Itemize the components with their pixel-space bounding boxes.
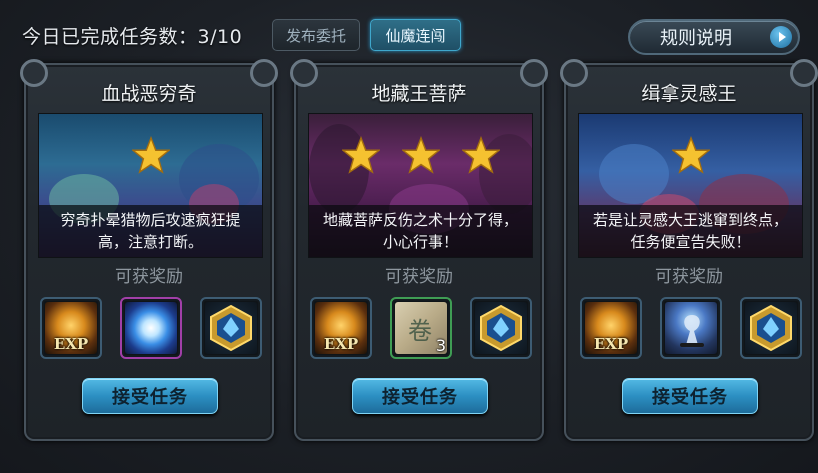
mission-card-1: 血战恶穷奇 穷奇扑晕猎物后攻速疯狂提高，注意打断。 可获奖励 EXP 接受任务 (20, 59, 278, 441)
accept-mission-button[interactable]: 接受任务 (622, 378, 758, 414)
star-icon (461, 136, 500, 174)
reward-slot[interactable] (200, 297, 262, 359)
reward-slot[interactable] (120, 297, 182, 359)
star-icon (341, 136, 380, 174)
accept-mission-button[interactable]: 接受任务 (82, 378, 218, 414)
tab-publish-commission[interactable]: 发布委托 (272, 19, 360, 51)
mission-scene-image: 若是让灵感大王逃窜到终点，任务便宣告失败！ (578, 113, 803, 258)
star-icon (401, 136, 440, 174)
hexagon-gem-icon (745, 302, 797, 354)
lamp-shape (680, 315, 704, 347)
reward-list: EXP (40, 297, 262, 359)
accept-mission-button[interactable]: 接受任务 (352, 378, 488, 414)
difficulty-stars (579, 136, 802, 174)
exp-label: EXP (53, 335, 89, 353)
mission-description: 穷奇扑晕猎物后攻速疯狂提高，注意打断。 (39, 205, 262, 257)
exp-label: EXP (593, 335, 629, 353)
reward-slot[interactable]: EXP (40, 297, 102, 359)
reward-slot[interactable] (660, 297, 722, 359)
reward-slot[interactable] (740, 297, 802, 359)
rules-button[interactable]: 规则说明 (628, 19, 800, 55)
item-quantity: 3 (435, 336, 446, 355)
mission-card-3: 缉拿灵感王 若是让灵感大王逃窜到终点，任务便宣告失败！ 可获奖励 EXP 接受任… (560, 59, 818, 441)
reward-slot[interactable] (470, 297, 532, 359)
rules-button-label: 规则说明 (660, 28, 732, 49)
difficulty-stars (39, 136, 262, 174)
difficulty-stars (309, 136, 532, 174)
mission-title: 缉拿灵感王 (641, 83, 737, 105)
star-icon (131, 136, 170, 174)
reward-slot[interactable]: EXP (310, 297, 372, 359)
mission-title: 血战恶穷奇 (101, 83, 197, 105)
mission-card-2: 地藏王菩萨 地藏菩萨反伤之术十分了得，小心行事！ 可获奖励 EXP 卷 3 接受… (290, 59, 548, 441)
hexagon-gem-icon (475, 302, 527, 354)
mission-description: 若是让灵感大王逃窜到终点，任务便宣告失败！ (579, 205, 802, 257)
reward-label: 可获奖励 (655, 267, 723, 287)
daily-task-count: 今日已完成任务数：3/10 (22, 26, 243, 48)
mission-title: 地藏王菩萨 (371, 83, 467, 105)
top-bar: 今日已完成任务数：3/10 发布委托 仙魔连闯 规则说明 (0, 0, 818, 62)
reward-label: 可获奖励 (385, 267, 453, 287)
mission-description: 地藏菩萨反伤之术十分了得，小心行事！ (309, 205, 532, 257)
mission-scene-image: 穷奇扑晕猎物后攻速疯狂提高，注意打断。 (38, 113, 263, 258)
tab-xianmo-challenge[interactable]: 仙魔连闯 (370, 19, 461, 51)
reward-slot[interactable]: EXP (580, 297, 642, 359)
hexagon-gem-icon (205, 302, 257, 354)
reward-label: 可获奖励 (115, 267, 183, 287)
scroll-glyph: 卷 (408, 317, 432, 345)
star-icon (671, 136, 710, 174)
exp-label: EXP (323, 335, 359, 353)
orb-icon (125, 302, 177, 354)
reward-slot[interactable]: 卷 3 (390, 297, 452, 359)
mission-scene-image: 地藏菩萨反伤之术十分了得，小心行事！ (308, 113, 533, 258)
reward-list: EXP 卷 3 (310, 297, 532, 359)
arrow-right-icon (770, 26, 792, 48)
reward-list: EXP (580, 297, 802, 359)
